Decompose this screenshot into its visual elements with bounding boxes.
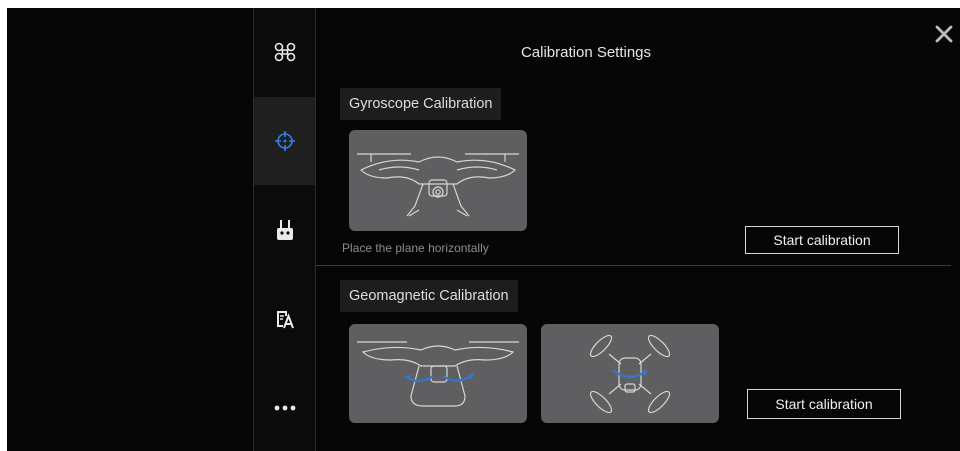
sidebar-item-language[interactable] bbox=[254, 275, 315, 363]
sidebar bbox=[253, 8, 316, 451]
start-geomagnetic-calibration-button[interactable]: Start calibration bbox=[747, 389, 901, 419]
gyroscope-illustration bbox=[349, 130, 527, 231]
section-divider bbox=[316, 265, 951, 266]
close-icon bbox=[935, 25, 953, 43]
sidebar-item-aircraft[interactable] bbox=[254, 8, 315, 96]
sidebar-item-remote[interactable] bbox=[254, 186, 315, 274]
app-screen: Calibration Settings Gyroscope Calibrati… bbox=[7, 8, 960, 451]
sidebar-item-more[interactable] bbox=[254, 364, 315, 451]
left-panel bbox=[7, 8, 253, 451]
drone-icon bbox=[274, 42, 295, 62]
geomagnetic-horizontal-illustration bbox=[349, 324, 527, 423]
page-title: Calibration Settings bbox=[520, 44, 652, 61]
gyroscope-hint: Place the plane horizontally bbox=[342, 241, 489, 255]
remote-controller-icon bbox=[276, 220, 293, 240]
language-icon bbox=[276, 311, 294, 329]
drone-front-illustration bbox=[357, 153, 519, 217]
more-icon bbox=[274, 405, 295, 411]
start-gyroscope-calibration-button[interactable]: Start calibration bbox=[745, 226, 899, 254]
geomagnetic-section-label: Geomagnetic Calibration bbox=[340, 280, 518, 312]
drone-horizontal-rotation-illustration bbox=[357, 341, 519, 407]
close-button[interactable] bbox=[932, 22, 956, 46]
gyroscope-section-label: Gyroscope Calibration bbox=[340, 88, 502, 120]
geomagnetic-vertical-illustration bbox=[541, 324, 719, 423]
sidebar-item-calibration[interactable] bbox=[254, 97, 315, 185]
crosshair-icon bbox=[274, 131, 295, 151]
drone-vertical-rotation-illustration bbox=[589, 334, 671, 414]
calibration-panel: Calibration Settings Gyroscope Calibrati… bbox=[316, 8, 960, 451]
